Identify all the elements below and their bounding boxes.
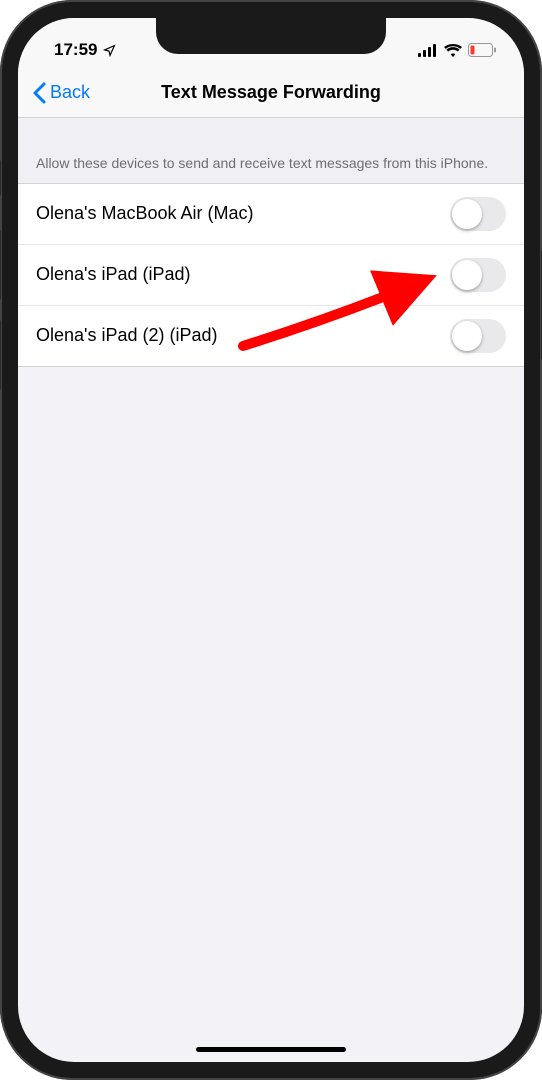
volume-up-button — [0, 230, 1, 300]
device-label: Olena's iPad (2) (iPad) — [36, 325, 218, 346]
chevron-left-icon — [32, 82, 46, 104]
device-row: Olena's iPad (iPad) — [18, 245, 524, 306]
device-toggle-ipad[interactable] — [450, 258, 506, 292]
device-label: Olena's MacBook Air (Mac) — [36, 203, 254, 224]
page-title: Text Message Forwarding — [18, 82, 524, 103]
back-label: Back — [50, 82, 90, 103]
notch — [156, 18, 386, 54]
toggle-knob — [452, 321, 482, 351]
status-time: 17:59 — [54, 40, 97, 60]
status-left: 17:59 — [54, 40, 116, 60]
device-label: Olena's iPad (iPad) — [36, 264, 191, 285]
wifi-icon — [444, 44, 462, 57]
toggle-knob — [452, 199, 482, 229]
section-header: Allow these devices to send and receive … — [18, 118, 524, 183]
toggle-knob — [452, 260, 482, 290]
battery-low-icon — [468, 43, 496, 57]
device-toggle-macbook[interactable] — [450, 197, 506, 231]
device-row: Olena's iPad (2) (iPad) — [18, 306, 524, 366]
nav-bar: Back Text Message Forwarding — [18, 68, 524, 118]
location-icon — [103, 44, 116, 57]
device-toggle-ipad2[interactable] — [450, 319, 506, 353]
device-row: Olena's MacBook Air (Mac) — [18, 184, 524, 245]
cellular-signal-icon — [418, 44, 438, 57]
volume-down-button — [0, 320, 1, 390]
mute-switch — [0, 160, 1, 196]
home-indicator[interactable] — [196, 1047, 346, 1052]
back-button[interactable]: Back — [32, 82, 90, 104]
status-right — [418, 43, 496, 57]
phone-screen: 17:59 — [18, 18, 524, 1062]
content: Allow these devices to send and receive … — [18, 118, 524, 367]
phone-frame: 17:59 — [0, 0, 542, 1080]
device-list: Olena's MacBook Air (Mac) Olena's iPad (… — [18, 183, 524, 367]
